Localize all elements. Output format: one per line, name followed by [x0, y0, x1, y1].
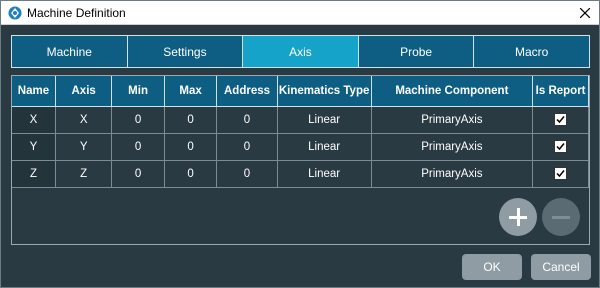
table-row[interactable]: Y Y 0 0 0 Linear PrimaryAxis: [12, 133, 589, 161]
title-bar: Machine Definition: [1, 1, 599, 25]
cell-machine-component[interactable]: PrimaryAxis: [371, 133, 534, 161]
column-header-machine-component[interactable]: Machine Component: [371, 76, 534, 107]
cell-axis[interactable]: Z: [55, 160, 113, 188]
window-title: Machine Definition: [27, 6, 126, 20]
checkmark-icon: [556, 143, 565, 151]
column-header-name[interactable]: Name: [12, 76, 56, 107]
cell-is-report: [532, 106, 589, 134]
tab-bar: Machine Settings Axis Probe Macro: [11, 35, 590, 68]
close-button[interactable]: [571, 1, 599, 25]
column-header-kinematics-type[interactable]: Kinematics Type: [277, 76, 372, 107]
cell-name[interactable]: X: [12, 106, 56, 134]
cell-address[interactable]: 0: [216, 133, 278, 161]
cell-min[interactable]: 0: [111, 106, 165, 134]
table-row[interactable]: X X 0 0 0 Linear PrimaryAxis: [12, 106, 589, 134]
app-logo-icon: [8, 6, 22, 20]
cell-axis[interactable]: Y: [55, 133, 113, 161]
column-header-max[interactable]: Max: [164, 76, 218, 107]
cell-address[interactable]: 0: [216, 106, 278, 134]
ok-button[interactable]: OK: [462, 254, 522, 280]
is-report-checkbox[interactable]: [554, 167, 568, 180]
table-row[interactable]: Z Z 0 0 0 Linear PrimaryAxis: [12, 160, 589, 188]
cell-kinematics-type[interactable]: Linear: [277, 133, 372, 161]
add-row-button[interactable]: [499, 198, 537, 236]
tab-axis[interactable]: Axis: [243, 35, 359, 68]
table-header-row: Name Axis Min Max Address Kinematics Typ…: [12, 76, 589, 107]
cell-kinematics-type[interactable]: Linear: [277, 106, 372, 134]
column-header-is-report[interactable]: Is Report: [532, 76, 589, 107]
checkmark-icon: [556, 170, 565, 178]
cell-kinematics-type[interactable]: Linear: [277, 160, 372, 188]
tab-probe[interactable]: Probe: [358, 35, 475, 68]
cancel-button[interactable]: Cancel: [531, 254, 591, 280]
axis-table: Name Axis Min Max Address Kinematics Typ…: [12, 76, 589, 188]
remove-row-button[interactable]: [542, 198, 580, 236]
cell-is-report: [532, 160, 589, 188]
is-report-checkbox[interactable]: [554, 113, 568, 126]
is-report-checkbox[interactable]: [554, 140, 568, 153]
cell-axis[interactable]: X: [55, 106, 113, 134]
cell-min[interactable]: 0: [111, 160, 165, 188]
cell-name[interactable]: Y: [12, 133, 56, 161]
cell-max[interactable]: 0: [164, 133, 218, 161]
cell-name[interactable]: Z: [12, 160, 56, 188]
tab-macro[interactable]: Macro: [474, 35, 590, 68]
tab-settings[interactable]: Settings: [127, 35, 244, 68]
column-header-min[interactable]: Min: [111, 76, 165, 107]
cell-min[interactable]: 0: [111, 133, 165, 161]
cell-machine-component[interactable]: PrimaryAxis: [371, 160, 534, 188]
cell-is-report: [532, 133, 589, 161]
cell-address[interactable]: 0: [216, 160, 278, 188]
column-header-address[interactable]: Address: [216, 76, 278, 107]
cell-max[interactable]: 0: [164, 106, 218, 134]
checkmark-icon: [556, 116, 565, 124]
machine-definition-window: Machine Definition Machine Settings Axis…: [0, 0, 600, 288]
column-header-axis[interactable]: Axis: [55, 76, 113, 107]
cell-max[interactable]: 0: [164, 160, 218, 188]
tab-machine[interactable]: Machine: [11, 35, 128, 68]
cell-machine-component[interactable]: PrimaryAxis: [371, 106, 534, 134]
close-icon: [580, 8, 590, 18]
